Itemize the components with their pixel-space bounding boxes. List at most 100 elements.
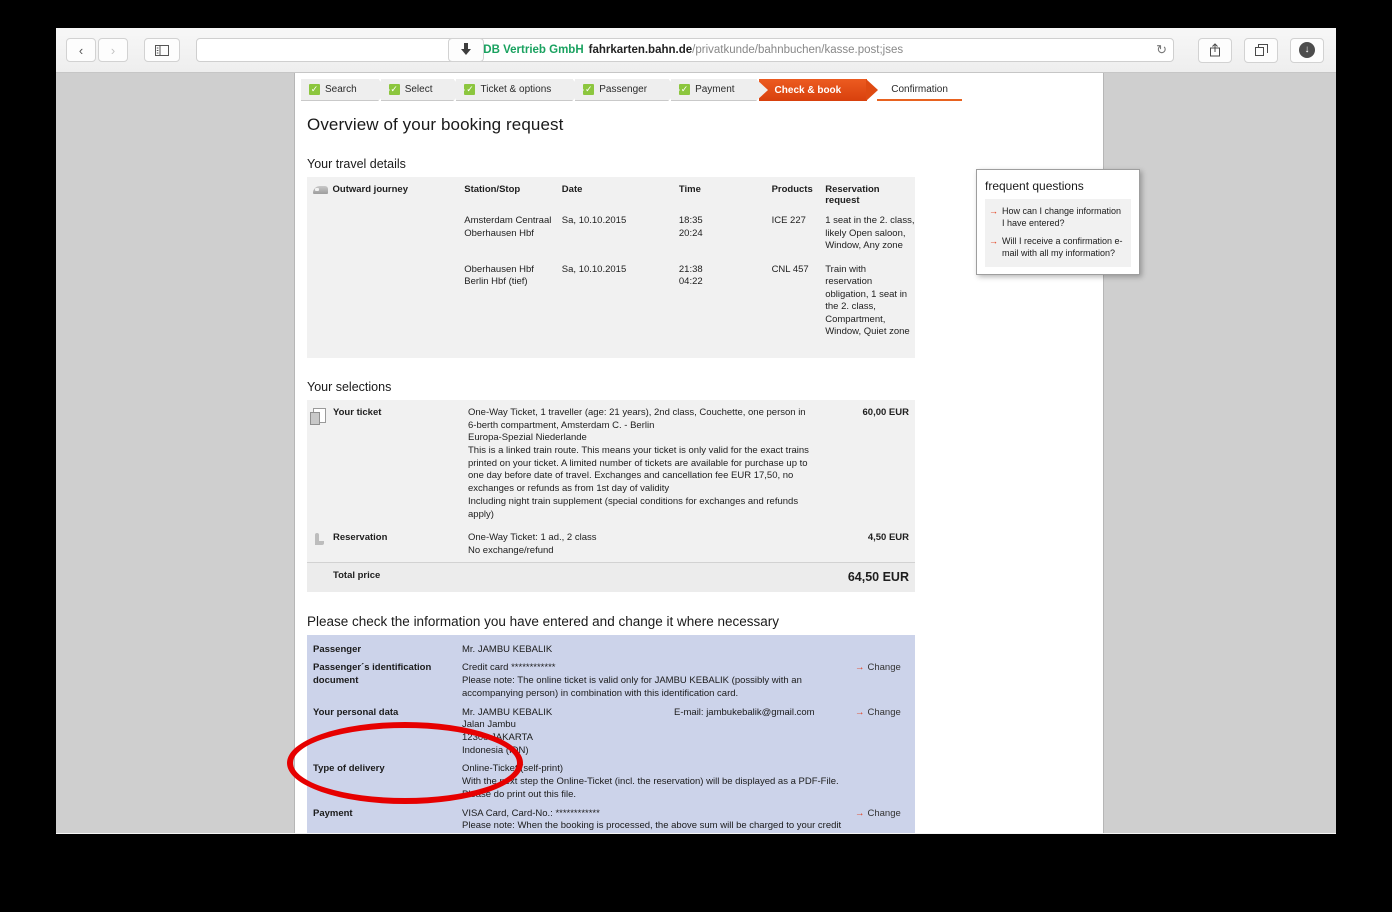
total-price: 64,50 EUR xyxy=(847,569,909,584)
selection-total-row: Total price 64,50 EUR xyxy=(307,561,915,592)
booking-step-nav: ✓ Search ✓ Select ✓ Ticket & options ✓ P… xyxy=(301,79,1101,103)
col-header-time: Time xyxy=(678,184,701,195)
toolbar-right-group: ↓ xyxy=(1188,37,1326,63)
check-row-payment: Payment VISA Card, Card-No.: ***********… xyxy=(307,805,915,833)
total-icon-spacer xyxy=(307,570,333,584)
faq-item-label: Will I receive a confirmation e-mail wit… xyxy=(1002,235,1123,259)
page-viewport: ✓ Search ✓ Select ✓ Ticket & options ✓ P… xyxy=(56,73,1336,833)
row-label: Your personal data xyxy=(313,706,399,718)
step-search[interactable]: ✓ Search xyxy=(301,79,390,101)
row-action-spacer xyxy=(855,644,915,657)
identification-line-1: Credit card ************ xyxy=(462,662,556,674)
leg-date: Sa, 10.10.2015 xyxy=(561,263,627,275)
leg-stations: Amsterdam Centraal Oberhausen Hbf xyxy=(464,215,562,253)
tabs-overview-icon xyxy=(1254,43,1268,56)
change-label: Change xyxy=(867,807,901,819)
col-header-date: Date xyxy=(561,184,583,195)
row-label: Payment xyxy=(313,807,353,819)
payment-line-2: Please note: When the booking is process… xyxy=(462,820,842,832)
leg-arrival: 20:24 xyxy=(678,227,703,239)
step-label: Select xyxy=(404,84,433,95)
chevron-left-icon: ‹ xyxy=(78,42,84,58)
selection-description: One-Way Ticket, 1 traveller (age: 21 yea… xyxy=(468,407,821,521)
total-spacer xyxy=(468,570,821,584)
leg-from: Amsterdam Centraal xyxy=(464,215,552,226)
leg-departure: 21:38 xyxy=(678,263,703,275)
check-row-passenger: Passenger Mr. JAMBU KEBALIK xyxy=(307,641,915,660)
share-button[interactable] xyxy=(1198,37,1232,63)
check-icon: ✓ xyxy=(583,84,595,95)
faq-item[interactable]: → Will I receive a confirmation e-mail w… xyxy=(989,235,1125,260)
step-payment[interactable]: ✓ Payment xyxy=(671,79,769,101)
delivery-line-2: With the next step the Online-Ticket (in… xyxy=(462,776,839,800)
leg-reservation: Train with reservation obligation, 1 sea… xyxy=(825,263,910,338)
seat-icon-cell xyxy=(307,532,333,557)
leg-arrival: 04:22 xyxy=(678,276,703,288)
selection-price: 60,00 EUR xyxy=(862,406,909,418)
ticket-line-3: This is a linked train route. This means… xyxy=(468,444,809,495)
personal-email: E-mail: jambukebalik@gmail.com xyxy=(674,706,815,718)
step-label: Check & book xyxy=(774,84,842,96)
seat-icon xyxy=(313,533,325,546)
travel-details-header-row: Outward journey Station/Stop Date Time P… xyxy=(307,184,915,215)
travel-leg-row: Oberhausen Hbf Berlin Hbf (tief) Sa, 10.… xyxy=(307,264,915,339)
leg-icon-spacer xyxy=(307,264,333,339)
arrow-right-icon: → xyxy=(855,662,865,674)
train-icon-cell xyxy=(307,184,333,206)
address-bar[interactable]: 🔒 DB Vertrieb GmbH fahrkarten.bahn.de /p… xyxy=(196,38,1174,62)
check-information-panel: Passenger Mr. JAMBU KEBALIK Passenger´s … xyxy=(307,634,915,833)
payment-line-1: VISA Card, Card-No.: ************ xyxy=(462,807,600,819)
selection-ticket-row: Your ticket One-Way Ticket, 1 traveller … xyxy=(307,400,915,525)
sidebar-icon xyxy=(155,44,169,56)
change-label: Change xyxy=(867,662,901,674)
step-select[interactable]: ✓ Select xyxy=(380,79,466,101)
downloads-button[interactable]: ↓ xyxy=(1290,37,1324,63)
reload-icon[interactable]: ↻ xyxy=(1156,42,1167,58)
ticket-icon-cell xyxy=(307,407,333,521)
leg-product: ICE 227 xyxy=(771,215,806,226)
step-check-and-book[interactable]: Check & book xyxy=(758,79,878,101)
back-button[interactable]: ‹ xyxy=(66,38,96,62)
ticket-line-4: Including night train supplement (specia… xyxy=(468,495,799,520)
faq-item-label: How can I change information I have ente… xyxy=(1002,206,1122,229)
direction-label: Outward journey xyxy=(332,184,408,195)
leg-label-spacer xyxy=(333,215,465,253)
row-action-spacer xyxy=(855,763,915,801)
step-confirmation: Confirmation xyxy=(877,79,962,101)
check-row-delivery: Type of delivery Online-Ticket (self-pri… xyxy=(307,760,915,804)
sidebar-toggle-button[interactable] xyxy=(144,38,180,62)
faq-item[interactable]: → How can I change information I have en… xyxy=(989,205,1125,230)
frequent-questions-panel: frequent questions → How can I change in… xyxy=(976,169,1140,275)
row-value: VISA Card, Card-No.: ************ Please… xyxy=(462,808,855,833)
change-label: Change xyxy=(867,706,901,718)
leg-date: Sa, 10.10.2015 xyxy=(561,215,627,226)
tab-overview-button[interactable] xyxy=(1244,37,1278,63)
arrow-right-icon: → xyxy=(989,206,998,216)
selection-description: One-Way Ticket: 1 ad., 2 class No exchan… xyxy=(468,532,821,557)
col-header-station: Station/Stop xyxy=(464,184,521,195)
faq-list: → How can I change information I have en… xyxy=(985,199,1131,267)
personal-name: Mr. JAMBU KEBALIK xyxy=(462,706,553,718)
leg-label-spacer xyxy=(333,264,465,339)
arrow-right-icon: → xyxy=(989,235,998,246)
row-label: Type of delivery xyxy=(313,763,385,775)
forward-button[interactable]: › xyxy=(98,38,128,62)
selection-label: Your ticket xyxy=(333,406,382,418)
selection-label: Reservation xyxy=(333,532,388,544)
section-heading-check: Please check the information you have en… xyxy=(307,613,780,629)
change-payment-link[interactable]: → Change xyxy=(855,808,915,833)
personal-country: Indonesia (IDN) xyxy=(462,744,529,756)
check-icon: ✓ xyxy=(388,84,400,95)
delivery-line-1: Online-Ticket (self-print) xyxy=(462,763,564,775)
browser-toolbar: ‹ › 🔒 DB Vertrieb GmbH fahrkarten.bahn.d… xyxy=(56,28,1336,73)
step-passenger[interactable]: ✓ Passenger xyxy=(575,79,680,101)
change-identification-link[interactable]: → Change xyxy=(855,662,915,700)
step-ticket-options[interactable]: ✓ Ticket & options xyxy=(456,79,585,101)
check-icon: ✓ xyxy=(679,84,691,95)
personal-city: 12308 JAKARTA xyxy=(462,732,533,743)
change-personal-data-link[interactable]: → Change xyxy=(855,707,915,758)
row-label: Passenger xyxy=(313,643,362,655)
arrow-right-icon: → xyxy=(855,706,865,718)
downloads-arrow-button[interactable] xyxy=(448,38,484,62)
leg-to: Berlin Hbf (tief) xyxy=(464,276,528,288)
